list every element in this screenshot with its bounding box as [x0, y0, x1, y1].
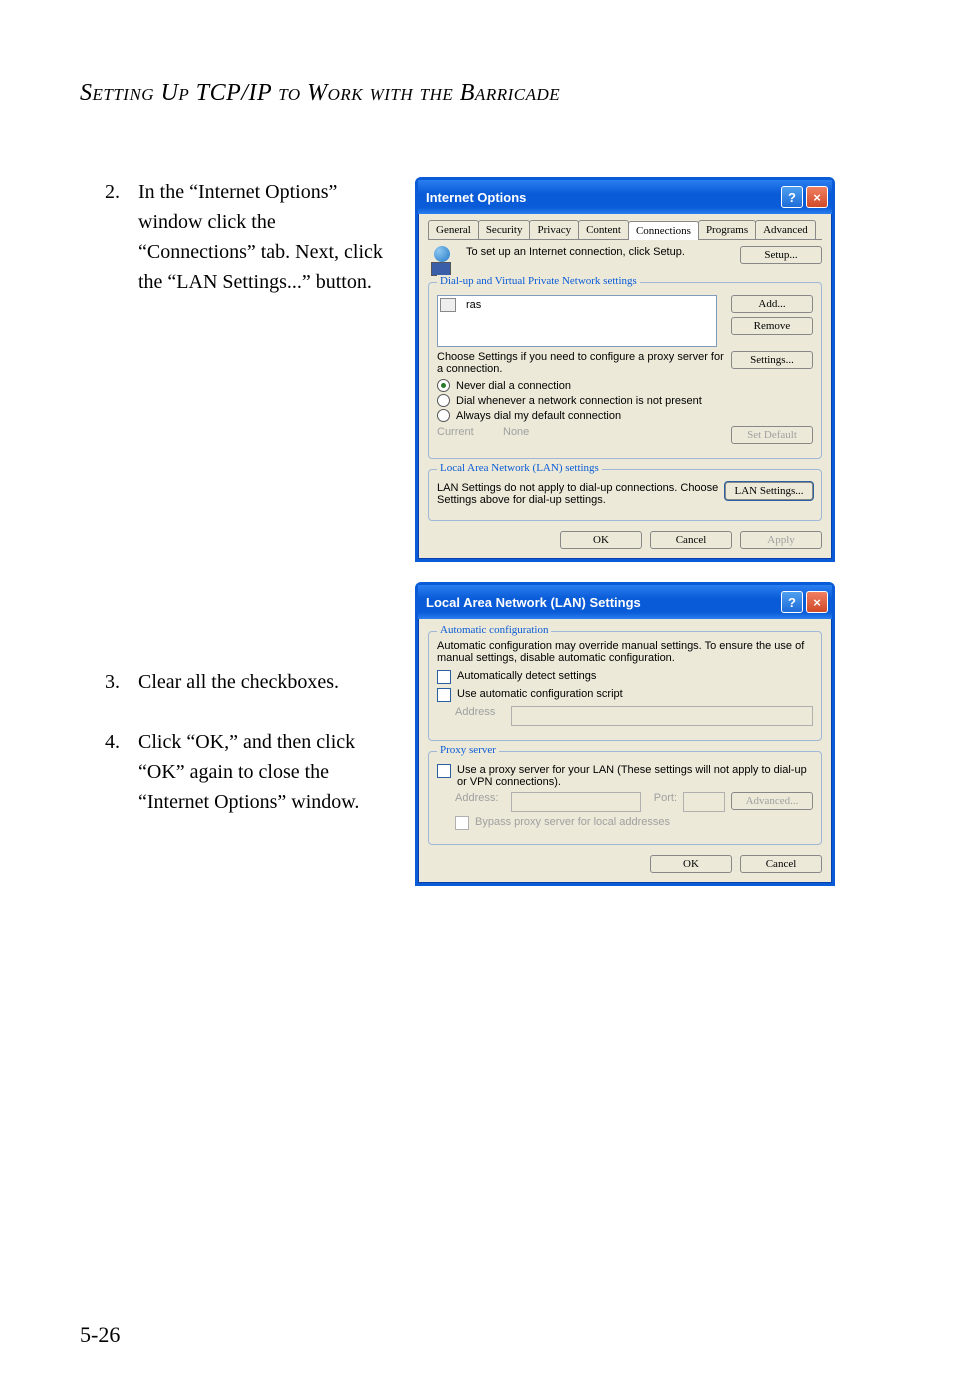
- set-default-button: Set Default: [731, 426, 813, 444]
- current-label: Current: [437, 426, 497, 438]
- setup-text: To set up an Internet connection, click …: [466, 246, 734, 258]
- checkbox-icon: [437, 670, 451, 684]
- add-button[interactable]: Add...: [731, 295, 813, 313]
- tab-programs[interactable]: Programs: [698, 220, 756, 239]
- help-button[interactable]: ?: [781, 591, 803, 613]
- proxy-address-label: Address:: [455, 792, 505, 804]
- remove-button[interactable]: Remove: [731, 317, 813, 335]
- setup-row: To set up an Internet connection, click …: [428, 246, 822, 276]
- checkbox-use-script[interactable]: Use automatic configuration script: [437, 688, 813, 702]
- tab-advanced[interactable]: Advanced: [755, 220, 816, 239]
- step-3: 3. Clear all the checkboxes.: [80, 667, 385, 697]
- tab-connections[interactable]: Connections: [628, 221, 699, 240]
- radio-never-dial[interactable]: Never dial a connection: [437, 379, 813, 392]
- ras-icon: [440, 298, 456, 312]
- proxy-port-label: Port:: [647, 792, 677, 804]
- content-columns: 2. In the “Internet Options” window clic…: [80, 177, 874, 906]
- checkbox-icon: [437, 764, 451, 778]
- tab-strip: General Security Privacy Content Connect…: [428, 220, 822, 240]
- step-number: 2.: [80, 177, 138, 297]
- dialog-footer: OK Cancel: [428, 855, 822, 873]
- connection-icon: [428, 246, 460, 276]
- settings-hint: Choose Settings if you need to configure…: [437, 351, 725, 375]
- page-number: 5-26: [80, 1322, 120, 1348]
- cancel-button[interactable]: Cancel: [650, 531, 732, 549]
- proxy-port-input: [683, 792, 725, 812]
- group-title: Local Area Network (LAN) settings: [437, 462, 602, 474]
- settings-button[interactable]: Settings...: [731, 351, 813, 369]
- lan-group: Local Area Network (LAN) settings LAN Se…: [428, 469, 822, 521]
- window-title: Internet Options: [426, 190, 778, 205]
- connections-list[interactable]: ras: [437, 295, 717, 347]
- internet-options-window: Internet Options ? × General Security Pr…: [415, 177, 835, 562]
- step-number: 3.: [80, 667, 138, 697]
- step-text: Clear all the checkboxes.: [138, 667, 385, 697]
- radio-dial-whenever[interactable]: Dial whenever a network connection is no…: [437, 394, 813, 407]
- dialog-footer: OK Cancel Apply: [428, 531, 822, 549]
- apply-button: Apply: [740, 531, 822, 549]
- window-title: Local Area Network (LAN) Settings: [426, 595, 778, 610]
- proxy-address-input: [511, 792, 641, 812]
- titlebar: Internet Options ? ×: [418, 180, 832, 214]
- step-text: In the “Internet Options” window click t…: [138, 177, 385, 297]
- proxy-group: Proxy server Use a proxy server for your…: [428, 751, 822, 845]
- ok-button[interactable]: OK: [560, 531, 642, 549]
- close-button[interactable]: ×: [806, 591, 828, 613]
- checkbox-icon: [437, 688, 451, 702]
- group-title: Proxy server: [437, 744, 499, 756]
- titlebar: Local Area Network (LAN) Settings ? ×: [418, 585, 832, 619]
- lan-text: LAN Settings do not apply to dial-up con…: [437, 482, 719, 506]
- ok-button[interactable]: OK: [650, 855, 732, 873]
- step-text: Click “OK,” and then click “OK” again to…: [138, 727, 385, 817]
- help-button[interactable]: ?: [781, 186, 803, 208]
- tab-privacy[interactable]: Privacy: [529, 220, 579, 239]
- window-content: Automatic configuration Automatic config…: [418, 619, 832, 883]
- document-page: Setting Up TCP/IP to Work with the Barri…: [0, 0, 954, 1388]
- tab-security[interactable]: Security: [478, 220, 531, 239]
- advanced-button: Advanced...: [731, 792, 813, 810]
- checkbox-auto-detect[interactable]: Automatically detect settings: [437, 670, 813, 684]
- window-content: General Security Privacy Content Connect…: [418, 214, 832, 559]
- checkbox-icon: [455, 816, 469, 830]
- lan-settings-window: Local Area Network (LAN) Settings ? × Au…: [415, 582, 835, 886]
- setup-button[interactable]: Setup...: [740, 246, 822, 264]
- step-2: 2. In the “Internet Options” window clic…: [80, 177, 385, 297]
- step-number: 4.: [80, 727, 138, 817]
- checkbox-use-proxy[interactable]: Use a proxy server for your LAN (These s…: [437, 764, 813, 788]
- dialup-group: Dial-up and Virtual Private Network sett…: [428, 282, 822, 459]
- group-title: Automatic configuration: [437, 624, 551, 636]
- step-4: 4. Click “OK,” and then click “OK” again…: [80, 727, 385, 817]
- radio-always-dial[interactable]: Always dial my default connection: [437, 409, 813, 422]
- tab-general[interactable]: General: [428, 220, 479, 239]
- auto-config-group: Automatic configuration Automatic config…: [428, 631, 822, 741]
- script-address-input: [511, 706, 813, 726]
- address-label: Address: [455, 706, 505, 718]
- current-value: None: [503, 426, 725, 438]
- checkbox-bypass-local: Bypass proxy server for local addresses: [455, 816, 813, 830]
- instructions-column: 2. In the “Internet Options” window clic…: [80, 177, 385, 906]
- close-button[interactable]: ×: [806, 186, 828, 208]
- auto-config-text: Automatic configuration may override man…: [437, 640, 813, 664]
- cancel-button[interactable]: Cancel: [740, 855, 822, 873]
- group-title: Dial-up and Virtual Private Network sett…: [437, 275, 640, 287]
- screenshots-column: Internet Options ? × General Security Pr…: [415, 177, 835, 906]
- list-item-ras[interactable]: ras: [466, 299, 481, 311]
- tab-content[interactable]: Content: [578, 220, 629, 239]
- lan-settings-button[interactable]: LAN Settings...: [725, 482, 813, 500]
- page-heading: Setting Up TCP/IP to Work with the Barri…: [80, 80, 874, 107]
